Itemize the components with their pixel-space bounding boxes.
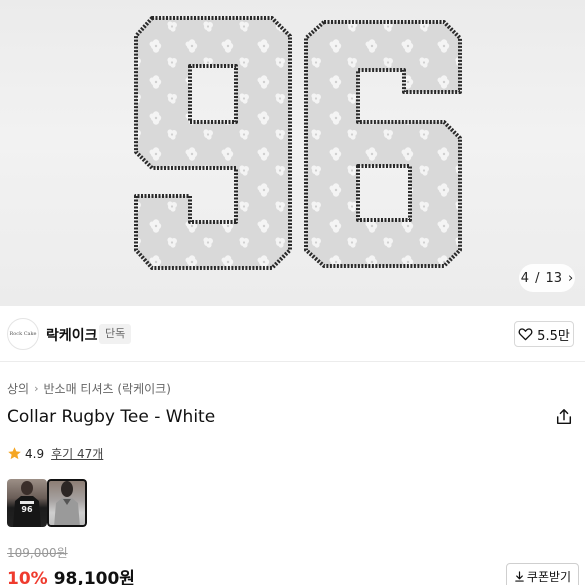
sale-price: 98,100원 — [53, 569, 135, 585]
share-icon[interactable] — [555, 408, 573, 426]
chevron-right-icon: › — [568, 270, 574, 286]
chevron-right-icon: › — [34, 382, 39, 395]
selected-indicator — [47, 479, 87, 527]
image-counter[interactable]: 4 / 13 › — [519, 264, 575, 292]
download-icon — [515, 570, 524, 582]
svg-text:96: 96 — [21, 505, 33, 514]
original-price: 109,000원 — [7, 546, 68, 560]
counter-total: 13 — [545, 270, 562, 286]
rating-row: 4.9 후기 47개 — [7, 445, 103, 462]
thumbnail-image: 96 — [13, 481, 41, 527]
exclusive-badge: 단독 — [99, 324, 132, 344]
coupon-download-button[interactable]: 쿠폰받기 — [506, 563, 579, 585]
product-image-gallery[interactable]: 4 / 13 › — [0, 0, 585, 306]
reviews-link[interactable]: 후기 47개 — [51, 445, 103, 462]
rating-value: 4.9 — [25, 446, 45, 461]
color-thumbnails: 96 — [7, 479, 87, 527]
price-row: 10% 98,100원 — [7, 564, 135, 585]
thumbnail-option-black[interactable]: 96 — [7, 479, 47, 527]
discount-rate: 10% — [7, 569, 48, 585]
counter-current: 4 — [520, 270, 530, 286]
heart-icon — [518, 328, 533, 341]
product-photo — [134, 16, 462, 270]
brand-row: Rock Cake 락케이크 단독 5.5만 — [0, 306, 585, 362]
thumbnail-option-white[interactable] — [47, 479, 87, 527]
counter-separator: / — [535, 270, 540, 286]
breadcrumb-item-subcategory[interactable]: 반소매 티셔츠 (락케이크) — [44, 380, 171, 397]
star-icon — [8, 447, 21, 460]
coupon-label: 쿠폰받기 — [526, 569, 572, 584]
like-button[interactable]: 5.5만 — [514, 321, 574, 347]
like-count: 5.5만 — [537, 328, 570, 344]
brand-name[interactable]: 락케이크 — [46, 325, 98, 345]
breadcrumb-item-category[interactable]: 상의 — [7, 380, 29, 397]
brand-logo[interactable]: Rock Cake — [7, 318, 39, 350]
product-title: Collar Rugby Tee - White — [7, 407, 216, 427]
breadcrumb: 상의 › 반소매 티셔츠 (락케이크) — [7, 380, 171, 397]
brand-logo-text: Rock Cake — [9, 331, 37, 337]
